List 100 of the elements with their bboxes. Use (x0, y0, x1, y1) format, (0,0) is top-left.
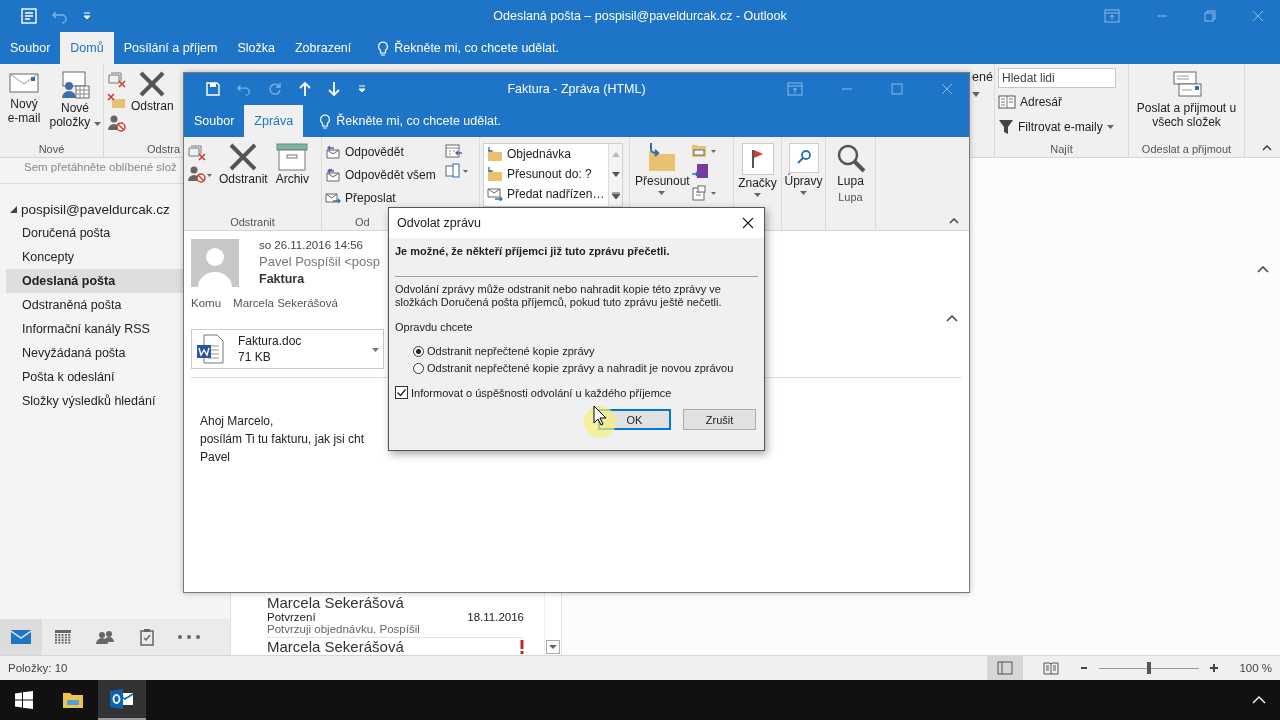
collapse-ribbon-icon[interactable] (1262, 145, 1272, 151)
more-respond-icon[interactable] (445, 163, 469, 179)
caret-icon[interactable] (372, 348, 379, 352)
close-icon[interactable] (742, 217, 754, 229)
normal-view-icon (997, 661, 1014, 675)
tell-me-search[interactable]: Řekněte mi, co chcete udělat. (377, 32, 559, 64)
send-receive-button[interactable]: Poslat a přijmout u všech složek (1132, 68, 1241, 143)
archive-button[interactable]: Archiv (273, 141, 312, 216)
expand-gallery-icon[interactable] (611, 191, 620, 199)
mail-app-icon (110, 689, 134, 709)
search-people-field[interactable]: Hledat lidi (998, 68, 1116, 88)
delete-button[interactable]: Odstranit (217, 141, 270, 216)
chevron-up-icon[interactable] (1252, 696, 1266, 704)
notebook-icon[interactable] (691, 163, 709, 181)
quick-step-item[interactable]: Přesunout do: ? (484, 164, 608, 184)
button-label[interactable]: ené (972, 70, 993, 84)
address-book-icon (998, 95, 1016, 109)
delete-x-icon (138, 70, 167, 98)
next-item-icon[interactable] (328, 82, 340, 96)
checkbox[interactable] (395, 386, 408, 399)
group-label: Odstranit (230, 216, 275, 228)
caret-icon[interactable] (972, 92, 980, 97)
address-book-button[interactable]: Adresář (998, 91, 1125, 113)
move-button[interactable]: Přesunout (633, 141, 689, 228)
folder-icon (62, 691, 84, 709)
collapse-header-icon[interactable] (946, 315, 958, 322)
lightbulb-icon (319, 113, 332, 129)
save-icon[interactable] (206, 82, 220, 96)
dialog-button[interactable]: Zrušit (683, 409, 756, 430)
radio-button[interactable] (413, 362, 424, 374)
meeting-reply-icon[interactable] (445, 143, 463, 159)
radio-button[interactable] (413, 345, 424, 357)
normal-view-button[interactable] (987, 656, 1024, 680)
mail-date: 18.11.2016 (467, 611, 524, 623)
quick-steps-gallery[interactable]: Objednávka Přesunout do: ? Předat nadřízen… (483, 143, 623, 207)
previous-item-icon[interactable] (299, 82, 311, 96)
slider-thumb[interactable] (1147, 662, 1152, 674)
ribbon-tab[interactable]: Posílání a příjem (113, 32, 228, 64)
tell-me-search[interactable]: Řekněte mi, co chcete udělat. (319, 105, 501, 137)
customize-icon[interactable] (357, 84, 367, 94)
actions-icon[interactable] (691, 185, 717, 201)
folder-item[interactable]: Informační kanály RSS (6, 317, 183, 341)
zoom-button[interactable]: Lupa (829, 141, 872, 191)
quick-step-item[interactable]: Objednávka (484, 144, 608, 164)
account-folder[interactable]: pospisil@paveldurcak.cz (0, 184, 170, 221)
tags-button[interactable]: Značky (737, 141, 778, 199)
zoom-in-icon[interactable] (1209, 663, 1220, 673)
radio-option[interactable]: Odstranit nepřečtené kopie zprávy (413, 345, 758, 357)
magnifier-icon (835, 143, 866, 173)
ignore-icon[interactable] (187, 143, 207, 161)
radio-option[interactable]: Odstranit nepřečtené kopie zprávy a nahradit je novou zprávou (413, 362, 758, 374)
folder-item[interactable]: Odeslaná pošta (6, 269, 183, 293)
quick-step-item[interactable]: Předat nadřízen… (484, 184, 608, 204)
ribbon-tab[interactable]: Soubor (0, 32, 61, 64)
ribbon-tab[interactable]: Zobrazení (285, 32, 362, 64)
folder-item[interactable]: Pošta k odeslání (6, 365, 183, 389)
scroll-down-icon[interactable] (546, 640, 560, 654)
window-title: Faktura - Zpráva (HTML) (507, 82, 646, 96)
mail-app-taskbar-icon[interactable] (98, 680, 146, 720)
checkbox-option[interactable]: Informovat o úspěšnosti odvolání u každého příjemce (395, 386, 758, 399)
windows-logo-icon (15, 691, 33, 709)
scroll-down-icon[interactable] (611, 171, 620, 177)
editing-button[interactable]: Úpravy (785, 141, 822, 197)
forward-button[interactable]: Přeposlat (325, 187, 443, 209)
ignore-icon[interactable] (107, 70, 127, 88)
attachment[interactable]: Faktura.doc 71 KB (191, 329, 384, 369)
cleanup-icon[interactable] (107, 92, 127, 110)
collapse-ribbon-icon[interactable] (949, 218, 959, 224)
reply-icon (325, 145, 341, 159)
folder-item[interactable]: Koncepty (6, 245, 183, 269)
people-icon (96, 630, 114, 644)
junk-icon[interactable] (107, 114, 127, 132)
ribbon-tab[interactable]: Domů (60, 32, 114, 64)
flag-icon (741, 143, 774, 175)
caret-icon (800, 190, 807, 195)
ribbon-tab[interactable]: Soubor (184, 105, 245, 137)
customize-icon[interactable] (82, 11, 92, 21)
sender-name: Pavel Pospíšil <posp (259, 254, 381, 269)
folder-item[interactable]: Složky výsledků hledání (6, 389, 183, 413)
folder-icon (487, 147, 503, 161)
new-email-button[interactable]: Nový e-mail (3, 68, 45, 143)
mail-nav-button[interactable] (0, 619, 42, 655)
rules-icon[interactable] (691, 143, 717, 159)
reply-button[interactable]: Odpovědět (325, 141, 443, 163)
book-icon (1043, 661, 1060, 675)
ribbon-tab[interactable]: Složka (227, 32, 285, 64)
ribbon-tab[interactable]: Zpráva (244, 105, 304, 137)
delete-button[interactable]: Odstran (129, 68, 176, 143)
folder-item[interactable]: Doručená pošta (6, 221, 183, 245)
reply-all-button[interactable]: Odpovědět všem (325, 164, 443, 186)
app-icon[interactable] (20, 7, 38, 25)
recipient-name: Marcela Sekerášová (233, 297, 338, 309)
junk-icon[interactable] (187, 165, 213, 183)
expand-icon[interactable] (10, 206, 17, 213)
folder-item[interactable]: Odstraněná pošta (6, 293, 183, 317)
new-items-button[interactable]: Nové položky (47, 68, 103, 143)
collapse-icon[interactable] (1257, 266, 1269, 273)
filter-email-button[interactable]: Filtrovat e-maily (998, 116, 1125, 138)
folder-item[interactable]: Nevyžádaná pošta (6, 341, 183, 365)
to-label: Komu (191, 297, 222, 309)
